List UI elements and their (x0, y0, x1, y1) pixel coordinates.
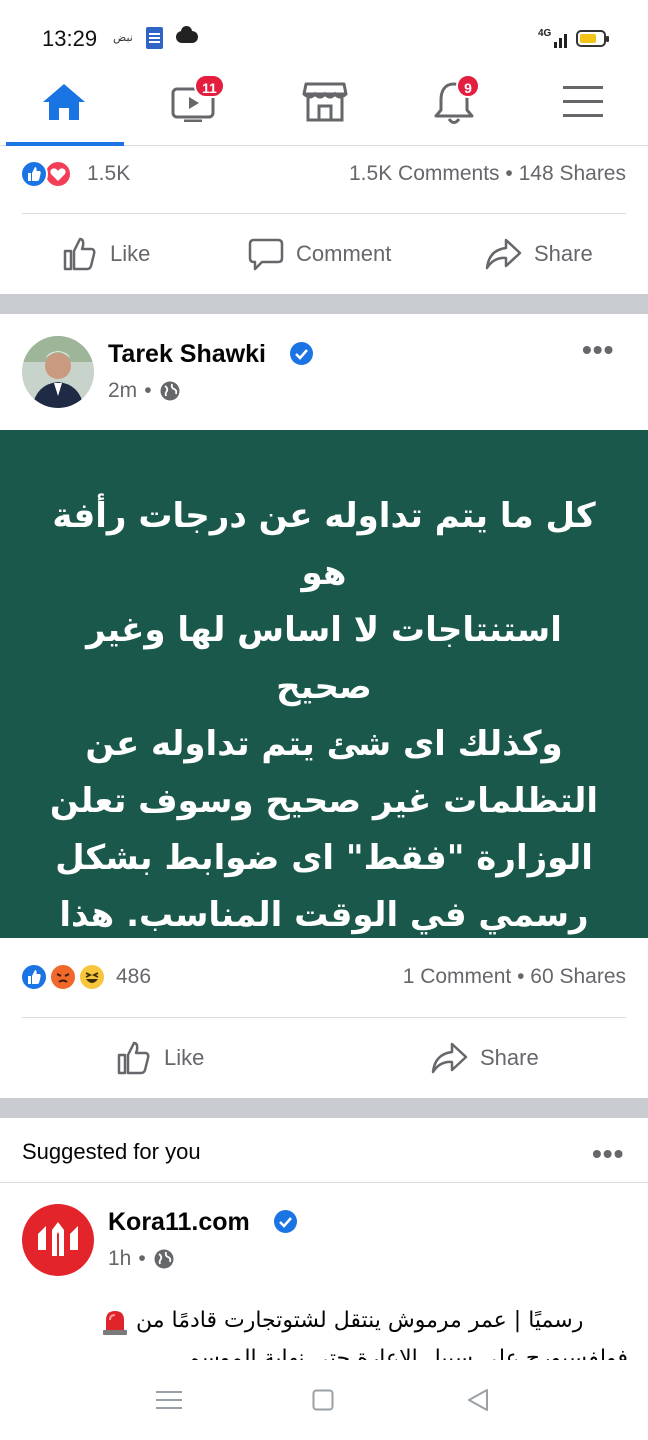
back-icon[interactable] (466, 1388, 490, 1412)
nav-menu[interactable] (530, 68, 640, 144)
comment-icon (248, 238, 284, 271)
home-button-icon[interactable] (312, 1389, 334, 1411)
avatar[interactable] (22, 1204, 94, 1276)
prev-reaction-count[interactable]: 1.5K (87, 162, 130, 186)
siren-icon (103, 1311, 127, 1335)
nav-notifications[interactable]: 9 (400, 68, 510, 144)
menu-icon (563, 86, 603, 117)
post-share-button[interactable]: Share (430, 1040, 539, 1076)
document-icon (146, 27, 163, 49)
verified-badge-icon (274, 1210, 297, 1233)
feed-separator (0, 294, 648, 314)
post-like-button[interactable]: Like (116, 1040, 204, 1076)
post-author[interactable]: Tarek Shawki (108, 340, 266, 369)
love-reaction-icon (44, 160, 72, 188)
divider (0, 1182, 648, 1183)
prev-share-button[interactable]: Share (484, 236, 593, 272)
system-nav-bar (0, 1360, 648, 1440)
post-line: الوزارة "فقط" اى ضوابط بشكل (55, 838, 593, 878)
avatar[interactable] (22, 336, 94, 408)
kora11-logo-icon (38, 1222, 78, 1256)
top-nav: 11 9 (0, 68, 648, 146)
feed-separator (0, 1098, 648, 1118)
marketplace-icon (302, 82, 348, 122)
globe-icon (154, 1249, 174, 1269)
battery-icon (576, 30, 609, 47)
post-options-button[interactable]: ••• (582, 334, 614, 366)
verified-badge-icon (290, 342, 313, 365)
angry-reaction-icon (49, 963, 77, 991)
post-line: كل ما يتم تداوله عن درجات رأفة هو (52, 496, 596, 593)
suggested-author[interactable]: Kora11.com (108, 1208, 250, 1237)
post-line: وكذلك اى شئ يتم تداوله عن (85, 724, 563, 764)
post-line: استنتاجات لا اساس لها وغير صحيح (86, 610, 562, 707)
suggested-meta: 1h • (108, 1247, 175, 1271)
notifications-badge: 9 (456, 74, 480, 98)
recent-apps-icon[interactable] (156, 1390, 182, 1410)
status-carrier-text: نبض (113, 32, 133, 44)
post-meta: 2m • (108, 379, 181, 403)
suggested-options-button[interactable]: ••• (592, 1138, 624, 1170)
nav-home[interactable] (10, 68, 120, 144)
share-label: Share (534, 241, 593, 266)
post-line: التظلمات غير صحيح وسوف تعلن (49, 781, 599, 821)
prev-comment-button[interactable]: Comment (248, 236, 391, 272)
globe-icon (160, 381, 180, 401)
prev-reactions[interactable] (20, 160, 80, 190)
cloud-icon (176, 26, 198, 43)
watch-badge: 11 (194, 74, 225, 98)
like-reaction-icon (20, 963, 48, 991)
signal-icon (546, 30, 568, 48)
share-label: Share (480, 1045, 539, 1070)
suggested-text-line: رسميًا | عمر مرموش ينتقل لشتوتجارت قادمً… (136, 1308, 584, 1333)
post-reaction-count[interactable]: 486 (116, 965, 151, 989)
prev-comments-shares[interactable]: 1.5K Comments • 148 Shares (349, 162, 626, 186)
prev-like-button[interactable]: Like (62, 236, 150, 272)
like-label: Like (110, 241, 151, 266)
post-time[interactable]: 2m (108, 379, 137, 403)
share-icon (431, 1042, 468, 1074)
divider (22, 213, 626, 214)
suggested-heading: Suggested for you (22, 1139, 201, 1164)
like-icon (63, 237, 96, 271)
haha-reaction-icon (78, 963, 106, 991)
status-time: 13:29 (42, 26, 98, 51)
home-icon (43, 84, 85, 120)
like-reaction-icon (20, 160, 48, 188)
nav-watch[interactable]: 11 (140, 68, 250, 144)
nav-marketplace[interactable] (270, 68, 380, 144)
suggested-time[interactable]: 1h (108, 1247, 131, 1271)
nav-active-indicator (6, 142, 124, 146)
comment-label: Comment (296, 241, 392, 266)
like-icon (117, 1041, 150, 1075)
post-reactions[interactable] (20, 963, 112, 993)
post-comments-shares[interactable]: 1 Comment • 60 Shares (403, 965, 626, 989)
share-icon (485, 238, 522, 270)
divider (22, 1017, 626, 1018)
like-label: Like (164, 1045, 205, 1070)
